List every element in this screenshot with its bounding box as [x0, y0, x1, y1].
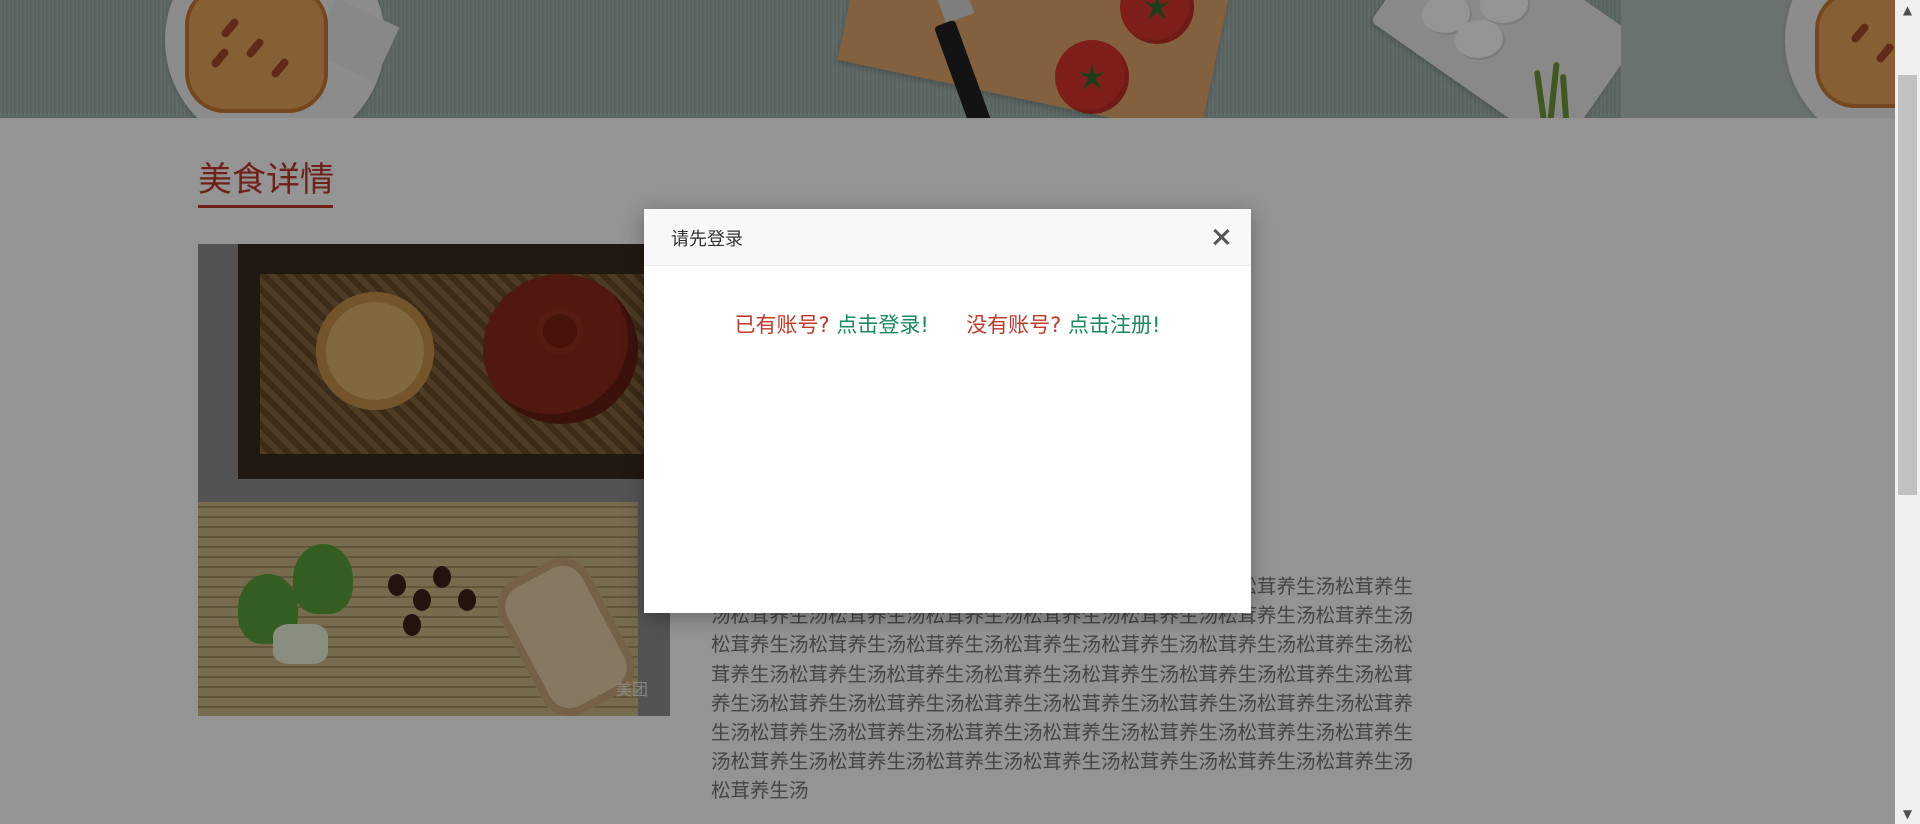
- login-link[interactable]: 点击登录!: [836, 313, 928, 337]
- modal-header: 请先登录: [644, 209, 1251, 266]
- scroll-up-arrow-icon[interactable]: ▲: [1895, 0, 1920, 20]
- scrollbar[interactable]: ▲ ▼: [1895, 0, 1920, 824]
- close-icon[interactable]: [1211, 227, 1231, 247]
- login-modal: 请先登录 已有账号? 点击登录! 没有账号? 点击注册!: [644, 209, 1251, 613]
- modal-body: 已有账号? 点击登录! 没有账号? 点击注册!: [644, 309, 1251, 339]
- has-account-text: 已有账号?: [734, 313, 830, 337]
- scroll-thumb[interactable]: [1898, 75, 1917, 495]
- scroll-down-arrow-icon[interactable]: ▼: [1895, 804, 1920, 824]
- modal-title: 请先登录: [671, 229, 743, 250]
- register-link[interactable]: 点击注册!: [1068, 313, 1160, 337]
- no-account-text: 没有账号?: [966, 313, 1062, 337]
